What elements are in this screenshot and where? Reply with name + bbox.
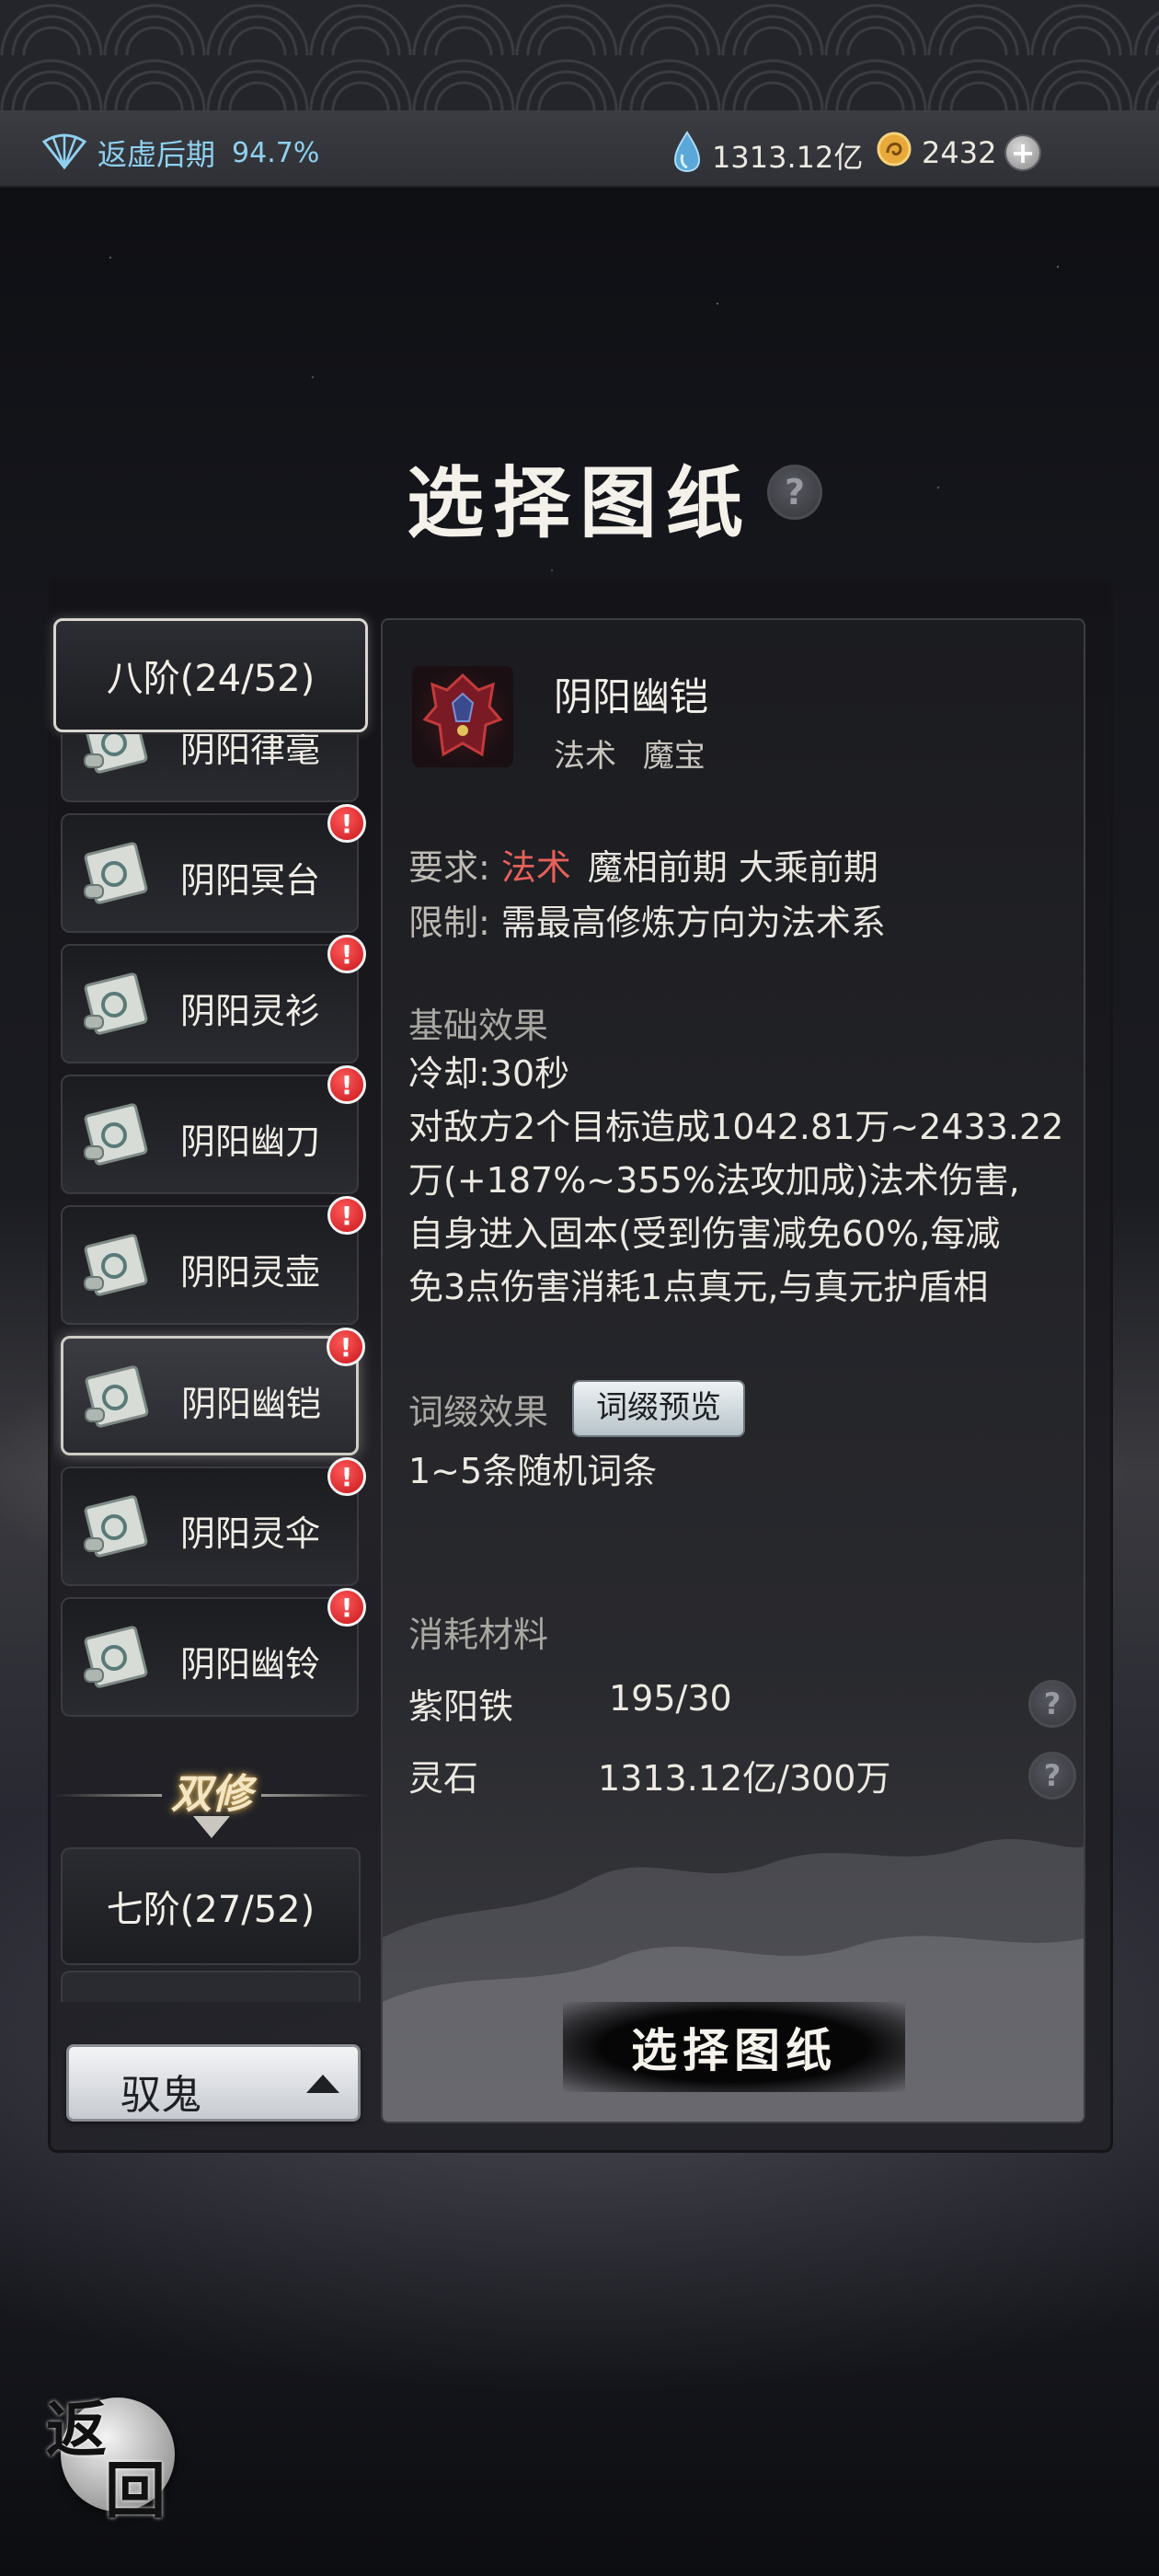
blueprint-label: 阴阳幽铃 (180, 1644, 321, 1685)
alert-icon: ! (327, 1328, 365, 1366)
back-label-char: 返 (46, 2394, 107, 2466)
gold-value: 2432 (922, 135, 997, 170)
blueprint-label: 阴阳幽刀 (180, 1121, 321, 1162)
gold-counter: 2432 (876, 131, 996, 175)
add-currency-button[interactable]: + (1004, 134, 1041, 171)
spirit-stone-value: 1313.12亿 (712, 140, 864, 175)
list-item-peek (61, 1971, 361, 2002)
realm-indicator[interactable]: 返虚后期 94.7% (40, 131, 319, 175)
alert-icon: ! (327, 804, 366, 843)
fan-icon (40, 131, 88, 175)
blueprint-list[interactable]: 阴阳律毫 ! 阴阳冥台 ! 阴阳灵衫 ! 阴阳幽刀 ! 阴阳灵壶 ! 阴阳幽铠 … (53, 734, 372, 1754)
caret-up-icon (306, 2075, 339, 2093)
requirement-text: 魔相前期 大乘前期 (587, 847, 878, 888)
material-help-button[interactable]: ? (1028, 1752, 1076, 1800)
blueprint-item[interactable]: 阴阳冥台 ! (61, 804, 366, 933)
tier-8-header[interactable]: 八阶(24/52) (53, 618, 368, 732)
tier-7-header[interactable]: 七阶(27/52) (61, 1847, 361, 1965)
effect-line: 对敌方2个目标造成1042.81万~2433.22 (408, 1107, 1064, 1147)
armor-portrait (412, 666, 513, 767)
school-dropdown[interactable]: 驭鬼 (66, 2044, 361, 2122)
affix-text: 1~5条随机词条 (408, 1451, 658, 1491)
page-title: 选择图纸 (406, 457, 752, 548)
effect-line: 免3点伤害消耗1点真元,与真元护盾相 (408, 1267, 989, 1307)
gold-coin-icon (876, 131, 912, 175)
alert-icon: ! (327, 935, 366, 973)
divider-line (261, 1794, 370, 1797)
divider-line (53, 1794, 162, 1797)
blueprint-item[interactable]: 阴阳幽铃 ! (61, 1588, 366, 1717)
back-button[interactable]: 返 回 (46, 2381, 184, 2526)
scroll-icon (77, 1231, 151, 1299)
spirit-stone-icon (671, 131, 703, 180)
alert-icon: ! (327, 1457, 366, 1496)
back-label-char: 回 (105, 2455, 166, 2526)
realm-label: 返虚后期 (98, 137, 216, 172)
requirement-label: 要求: (408, 847, 490, 888)
material-name: 灵石 (408, 1758, 479, 1799)
blueprint-item[interactable]: 阴阳灵衫 ! (61, 935, 366, 1064)
requirement-row: 要求: 法术 魔相前期 大乘前期 (408, 839, 878, 890)
base-effect-title: 基础效果 (408, 1006, 549, 1046)
scroll-icon (77, 1100, 151, 1168)
requirement-highlight: 法术 (500, 847, 571, 888)
item-name: 阴阳幽铠 (554, 674, 709, 719)
item-tags: 法术 魔宝 (554, 730, 722, 776)
effect-line: 万(+187%~355%法攻加成)法术伤害, (408, 1160, 1020, 1201)
scroll-icon (77, 839, 151, 907)
materials-title: 消耗材料 (408, 1615, 549, 1655)
material-name: 紫阳铁 (408, 1686, 514, 1727)
alert-icon: ! (327, 1588, 366, 1627)
item-category-tag: 魔宝 (642, 738, 706, 775)
wave-pattern-banner (0, 0, 1159, 110)
blueprint-label: 阴阳律毫 (180, 734, 321, 770)
blueprint-item[interactable]: 阴阳律毫 ! (61, 734, 359, 802)
effect-description: 冷却:30秒 对敌方2个目标造成1042.81万~2433.22 万(+187%… (408, 1047, 1071, 1314)
select-blueprint-button[interactable]: 选择图纸 (563, 2002, 905, 2092)
scroll-icon (77, 1492, 151, 1560)
blueprint-label: 阴阳灵伞 (180, 1513, 321, 1554)
cooldown-text: 冷却:30秒 (408, 1053, 570, 1094)
blueprint-label: 阴阳灵衫 (180, 991, 321, 1031)
material-quantity: 195/30 (609, 1678, 732, 1719)
material-quantity: 1313.12亿/300万 (598, 1758, 891, 1799)
spirit-stone-counter: 1313.12亿 (671, 131, 863, 180)
scroll-icon (77, 970, 151, 1038)
alert-icon: ! (327, 1196, 366, 1235)
status-bar: 返虚后期 94.7% 1313.12亿 2432 (0, 110, 1159, 188)
title-help-button[interactable]: ? (767, 465, 822, 520)
material-help-button[interactable]: ? (1028, 1680, 1076, 1728)
blueprint-item-selected[interactable]: 阴阳幽铠 ! (61, 1328, 365, 1455)
affix-preview-button[interactable]: 词缀预览 (572, 1380, 745, 1437)
scroll-icon (78, 1363, 152, 1431)
limit-row: 限制: 需最高修炼方向为法术系 (408, 894, 886, 945)
blueprint-label: 阴阳冥台 (180, 860, 321, 901)
alert-icon: ! (327, 1065, 366, 1104)
triangle-down-icon (193, 1816, 230, 1838)
blueprint-item[interactable]: 阴阳灵伞 ! (61, 1457, 366, 1586)
limit-text: 需最高修炼方向为法术系 (500, 903, 886, 943)
school-dropdown-value: 驭鬼 (120, 2072, 201, 2119)
blueprint-detail-panel: 阴阳幽铠 法术 魔宝 要求: 法术 魔相前期 大乘前期 限制: 需最高修炼方向为法术系… (381, 618, 1085, 2123)
blueprint-label: 阴阳灵壶 (180, 1252, 321, 1293)
effect-line: 自身进入固本(受到伤害减免60%,每减 (408, 1213, 1001, 1254)
item-type-tag: 法术 (554, 738, 616, 775)
blueprint-label: 阴阳幽铠 (181, 1384, 322, 1424)
realm-progress: 94.7% (232, 136, 320, 169)
dual-cultivation-label: 双修 (171, 1771, 252, 1818)
blueprint-item[interactable]: 阴阳灵壶 ! (61, 1196, 366, 1325)
blueprint-item[interactable]: 阴阳幽刀 ! (61, 1065, 366, 1194)
limit-label: 限制: (408, 903, 490, 943)
dual-cultivation-divider[interactable]: 双修 (53, 1761, 370, 1840)
affix-effect-title: 词缀效果 (408, 1392, 549, 1432)
scroll-icon (77, 734, 151, 776)
scroll-icon (77, 1623, 151, 1691)
